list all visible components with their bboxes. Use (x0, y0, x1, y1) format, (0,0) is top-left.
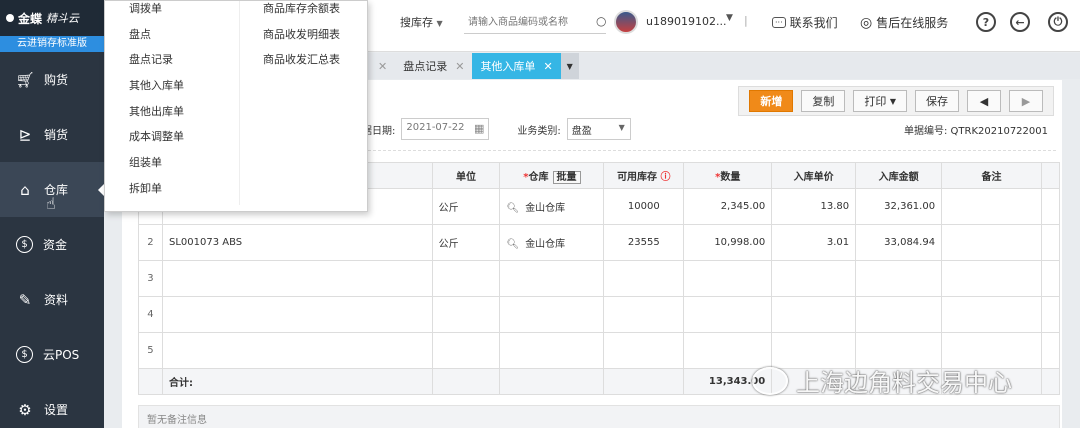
chevron-down-icon: ▼ (618, 123, 625, 132)
col-remark: 备注 (941, 162, 1042, 189)
menu-item-stock-balance[interactable]: 商品库存余额表 (263, 1, 340, 27)
sidebar-item-funds[interactable]: $ 资金 (0, 217, 104, 272)
user-name[interactable]: u189019102... (646, 15, 726, 28)
menu-item-assembly[interactable]: 组装单 (129, 155, 184, 181)
menu-column-docs: 调拨单 盘点 盘点记录 其他入库单 其他出库单 成本调整单 组装单 拆卸单 (129, 1, 184, 207)
divider (239, 1, 240, 205)
col-unit: 单位 (431, 162, 501, 189)
contact-us-link[interactable]: ··· 联系我们 (772, 14, 838, 31)
print-button[interactable]: 打印 ▼ (853, 90, 907, 112)
sidebar-item-label: 销货 (44, 128, 69, 142)
help-icon[interactable]: ⓘ (661, 172, 671, 183)
sidebar-item-settings[interactable]: ⚙ 设置 (0, 382, 104, 428)
tab-more-button[interactable]: ▼ (560, 53, 579, 79)
gear-icon: ⚙ (18, 400, 32, 419)
app-logo: 金蝶 精斗云 (0, 0, 104, 36)
table-row[interactable]: 3 (138, 260, 1061, 297)
help-button[interactable]: ? (976, 12, 996, 32)
close-icon[interactable]: ✕ (378, 60, 387, 73)
batch-button[interactable]: 批量 (552, 171, 581, 184)
menu-item-other-outbound[interactable]: 其他出库单 (129, 104, 184, 130)
divider: | (744, 14, 748, 27)
logo-brand: 金蝶 (18, 11, 43, 26)
close-icon[interactable]: ✕ (543, 60, 552, 73)
search-icon[interactable]: ○ (596, 14, 606, 28)
search-type-select[interactable]: 搜库存 ▼ (400, 14, 443, 30)
tab-stocktake-records[interactable]: 盘点记录 ✕ (395, 53, 472, 79)
sidebar-item-label: 资金 (43, 238, 68, 252)
col-price: 入库单价 (771, 162, 857, 189)
menu-item-stock-summary[interactable]: 商品收发汇总表 (263, 52, 340, 78)
support-icon: ◎ (860, 14, 873, 31)
sidebar-item-label: 云POS (43, 348, 80, 362)
menu-item-cost-adjust[interactable]: 成本调整单 (129, 129, 184, 155)
calendar-icon[interactable]: ▦ (474, 122, 484, 135)
menu-item-stocktake[interactable]: 盘点 (129, 27, 184, 53)
watermark: 上海边角料交易中心 (752, 363, 1012, 398)
copy-button[interactable]: 复制 (801, 90, 846, 112)
prev-record-button[interactable]: ◀ (967, 90, 1001, 112)
remark-field[interactable]: 暂无备注信息 (138, 405, 1060, 428)
arrow-right-icon: ▶ (1021, 94, 1031, 108)
cart-icon: 🛒︎ (15, 70, 35, 89)
table-row[interactable]: 4 (138, 296, 1061, 333)
date-field[interactable]: 2021-07-22 ▦ (401, 118, 490, 140)
table-row[interactable]: 2 SL001073 ABS 公斤 🔍︎ 金山仓库 23555 10,998.00… (138, 224, 1061, 261)
form-row: 据日期: 2021-07-22 ▦ 业务类别: 盘盈 ▼ (362, 118, 631, 140)
col-amount: 入库金额 (855, 162, 943, 189)
online-service-link[interactable]: ◎ 售后在线服务 (860, 14, 948, 31)
edition-label: 云进销存标准版 (0, 36, 104, 52)
tab-close-only[interactable]: ✕ (370, 53, 395, 79)
menu-item-transfer[interactable]: 调拨单 (129, 1, 184, 27)
sidebar-item-label: 购货 (44, 73, 69, 87)
logo-icon (6, 14, 14, 22)
menu-column-reports: 商品库存余额表 商品收发明细表 商品收发汇总表 (263, 1, 340, 78)
chevron-down-icon: ▼ (566, 61, 573, 71)
search-icon[interactable]: 🔍︎ (506, 203, 519, 214)
search-icon[interactable]: 🔍︎ (506, 239, 519, 250)
avatar[interactable] (614, 10, 638, 34)
menu-item-other-inbound[interactable]: 其他入库单 (129, 78, 184, 104)
sidebar: 金蝶 精斗云 云进销存标准版 🛒︎ 购货 ⊵ 销货 ⌂ 仓库 $ 资金 ✎ 资料… (0, 0, 104, 428)
col-qty: *数量 (683, 162, 773, 189)
hand-cursor-icon: ☝ (46, 194, 56, 213)
sidebar-item-label: 资料 (44, 293, 69, 307)
sidebar-item-pos[interactable]: $ 云POS (0, 327, 104, 382)
chevron-down-icon[interactable]: ▼ (726, 13, 733, 23)
money-icon: $ (16, 236, 33, 253)
chat-icon: ··· (772, 17, 786, 28)
next-record-button[interactable]: ▶ (1009, 90, 1043, 112)
biz-type-select[interactable]: 盘盈 ▼ (566, 118, 631, 140)
biz-type-label: 业务类别: (517, 125, 561, 137)
menu-item-stock-detail[interactable]: 商品收发明细表 (263, 27, 340, 53)
close-icon[interactable]: ✕ (455, 60, 464, 73)
logo-product: 精斗云 (46, 12, 80, 25)
search-input[interactable] (464, 12, 606, 34)
menu-item-stocktake-records[interactable]: 盘点记录 (129, 52, 184, 78)
back-icon[interactable]: ← (1010, 12, 1030, 32)
pen-icon: ✎ (18, 290, 32, 309)
total-label: 合计: (161, 368, 433, 395)
menu-item-disassembly[interactable]: 拆卸单 (129, 181, 184, 207)
col-warehouse: *仓库 批量 (499, 162, 605, 189)
sidebar-item-purchase[interactable]: 🛒︎ 购货 (0, 52, 104, 107)
wechat-logo-icon (752, 366, 788, 395)
doc-number: 单据编号: QTRK20210722001 (903, 126, 1048, 137)
sidebar-item-label: 设置 (44, 403, 69, 417)
sidebar-item-sales[interactable]: ⊵ 销货 (0, 107, 104, 162)
new-button[interactable]: 新增 (749, 90, 794, 112)
warehouse-menu: 调拨单 盘点 盘点记录 其他入库单 其他出库单 成本调整单 组装单 拆卸单 商品… (104, 0, 368, 212)
power-icon[interactable]: ⏻ (1048, 12, 1068, 32)
sales-icon: ⊵ (18, 125, 32, 144)
toolbar: 新增 复制 打印 ▼ 保存 ◀ ▶ (738, 86, 1054, 116)
warehouse-icon: ⌂ (20, 180, 30, 199)
pos-icon: $ (16, 346, 33, 363)
sidebar-item-data[interactable]: ✎ 资料 (0, 272, 104, 327)
save-button[interactable]: 保存 (915, 90, 959, 112)
arrow-left-icon: ◀ (979, 94, 989, 108)
tab-other-inbound[interactable]: 其他入库单 ✕ (472, 53, 561, 79)
col-available: 可用库存 ⓘ (603, 162, 685, 189)
